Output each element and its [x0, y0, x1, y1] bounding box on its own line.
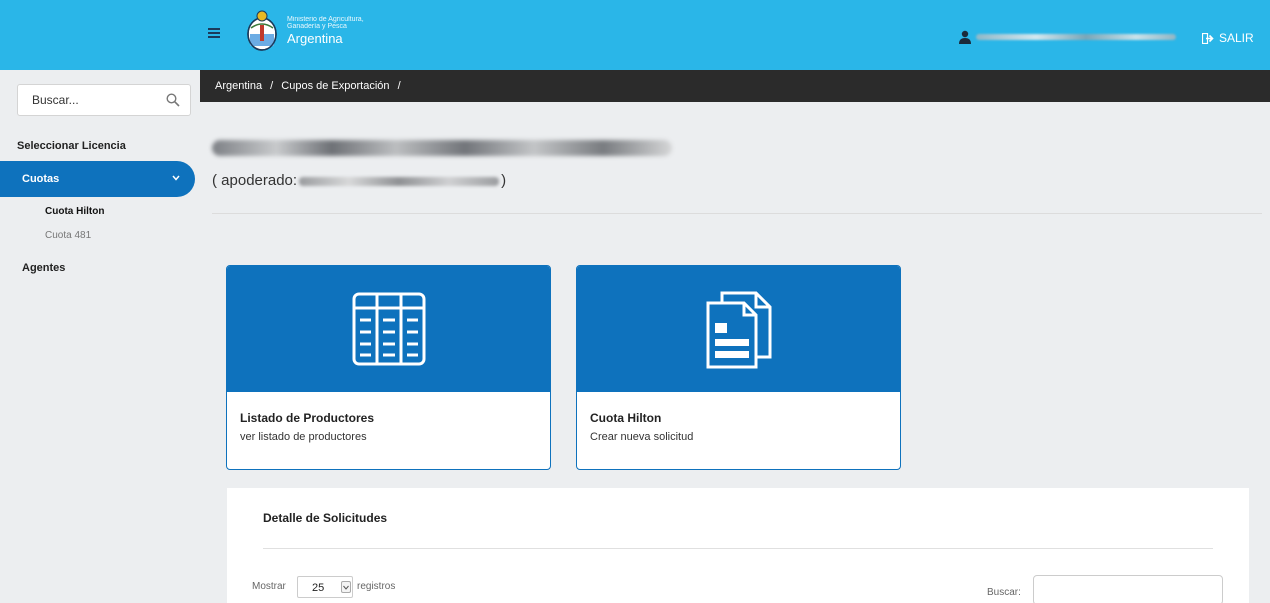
sidebar-search-input[interactable]	[18, 85, 158, 115]
breadcrumb-cupos-exportacion[interactable]: Cupos de Exportación	[281, 80, 389, 92]
solicitudes-panel: Detalle de Solicitudes Mostrar 25 regist…	[227, 488, 1249, 603]
top-bar: Ministerio de Agricultura, Ganadería y P…	[0, 0, 1270, 70]
national-seal-icon	[247, 10, 277, 51]
user-name-redacted[interactable]	[976, 34, 1176, 40]
show-label: Mostrar	[252, 581, 286, 592]
breadcrumb-argentina[interactable]: Argentina	[215, 80, 262, 92]
table-search-input[interactable]	[1033, 575, 1223, 603]
apoderado-line: ( apoderado:)	[212, 172, 506, 189]
logo-ministry-line2: Ganadería y Pesca	[287, 22, 347, 30]
sidebar-subitem-cuota-hilton[interactable]: Cuota Hilton	[45, 206, 104, 217]
sidebar-subitem-cuota-481[interactable]: Cuota 481	[45, 230, 91, 241]
sidebar: Seleccionar Licencia Cuotas Cuota Hilton…	[0, 70, 200, 603]
licensee-name-redacted	[212, 140, 672, 156]
table-icon	[352, 292, 425, 366]
card-listado-productores[interactable]: Listado de Productores ver listado de pr…	[226, 265, 551, 470]
logout-icon	[1202, 32, 1214, 44]
breadcrumb-separator: /	[270, 80, 274, 92]
chevron-down-icon	[172, 175, 180, 181]
card-cuota-hilton[interactable]: Cuota Hilton Crear nueva solicitud	[576, 265, 901, 470]
sidebar-item-seleccionar-licencia[interactable]: Seleccionar Licencia	[17, 140, 126, 152]
logout-button[interactable]: SALIR	[1202, 31, 1254, 45]
panel-title: Detalle de Solicitudes	[263, 511, 388, 525]
logo-brand: Argentina	[287, 30, 343, 46]
search-icon[interactable]	[166, 93, 180, 107]
main-content: ( apoderado:) Listado de Productores ver…	[200, 102, 1270, 603]
card-subtitle: ver listado de productores	[240, 431, 367, 443]
logo-ministry-line1: Ministerio de Agricultura,	[287, 15, 364, 23]
apoderado-suffix: )	[501, 172, 507, 189]
ministry-logo[interactable]: Ministerio de Agricultura, Ganadería y P…	[245, 8, 364, 52]
card-title: Listado de Productores	[240, 411, 375, 425]
panel-divider	[263, 548, 1213, 549]
section-divider	[212, 213, 1262, 214]
page-size-value: 25	[312, 582, 325, 594]
breadcrumb: Argentina / Cupos de Exportación /	[200, 70, 1270, 102]
sidebar-item-cuotas[interactable]: Cuotas	[0, 161, 195, 197]
table-search-label: Buscar:	[987, 587, 1021, 598]
logout-label: SALIR	[1219, 31, 1254, 45]
sidebar-item-cuotas-label: Cuotas	[22, 173, 60, 185]
select-arrow	[341, 581, 351, 593]
card-banner	[577, 266, 900, 392]
hamburger-menu-icon[interactable]	[208, 28, 220, 38]
sidebar-item-agentes[interactable]: Agentes	[22, 262, 65, 274]
card-banner	[227, 266, 550, 392]
breadcrumb-separator: /	[397, 80, 401, 92]
user-icon	[959, 30, 971, 44]
card-title: Cuota Hilton	[590, 411, 662, 425]
apoderado-prefix: ( apoderado:	[212, 172, 298, 189]
page-size-select[interactable]: 25	[297, 576, 353, 598]
sidebar-search	[17, 84, 191, 116]
documents-icon	[706, 291, 771, 369]
chevron-down-icon	[343, 585, 349, 590]
card-subtitle: Crear nueva solicitud	[590, 431, 694, 443]
apoderado-name-redacted	[299, 176, 500, 186]
records-label: registros	[357, 581, 396, 592]
